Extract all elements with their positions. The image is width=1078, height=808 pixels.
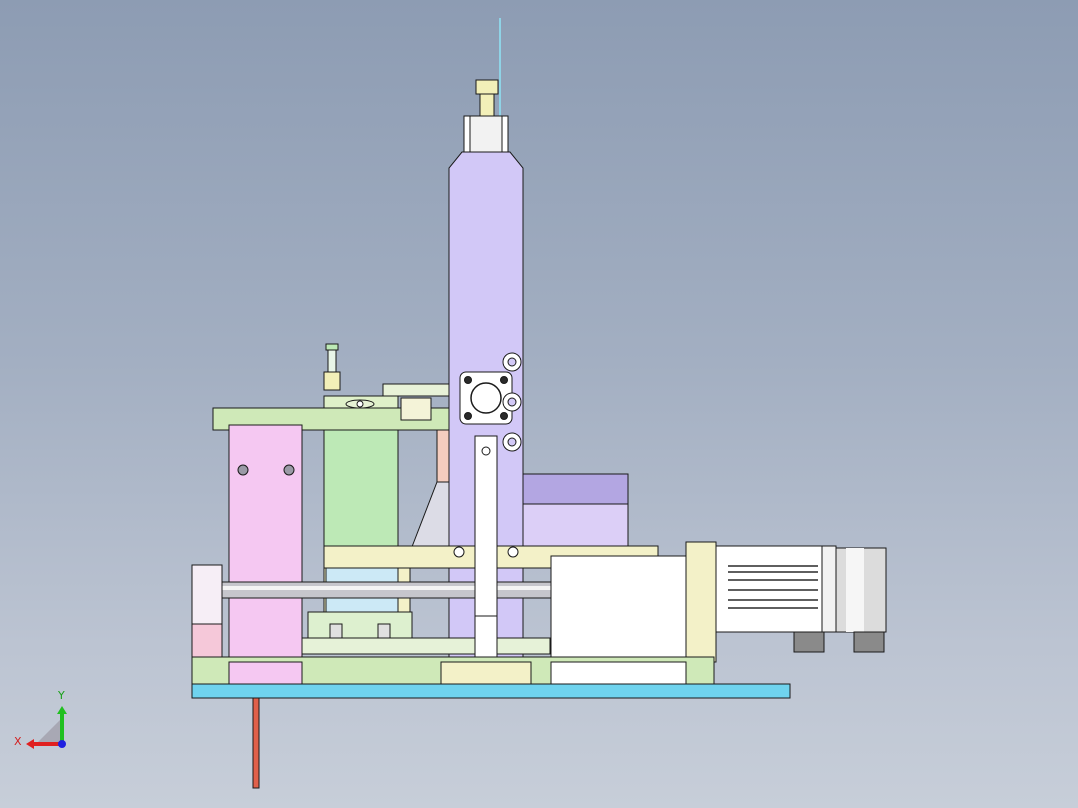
small-post-stem [327, 349, 337, 373]
arm-clamp [382, 383, 450, 397]
fitting-bottom-inner [507, 437, 517, 447]
purple-block-top [522, 473, 629, 505]
column-slot [474, 435, 498, 663]
fitting-top-inner [507, 357, 517, 367]
column-bolt-right [507, 546, 519, 558]
pink-block [228, 424, 303, 663]
motor-connector-ring [821, 545, 837, 633]
support-rod [252, 697, 260, 789]
column-slot-pin [481, 446, 491, 456]
guide-rail [301, 637, 551, 655]
triad-x-arrow [26, 739, 34, 749]
pink-block-foot [228, 661, 303, 685]
top-knob-stem [479, 93, 495, 117]
triad-plane [36, 718, 62, 744]
assembly-drawing [26, 18, 887, 789]
servo-motor-body [715, 545, 823, 633]
arm-slot-hole [356, 400, 364, 408]
triad-y-label: Y [58, 689, 65, 702]
cylinder-bolt-tr [500, 376, 508, 384]
triad-z-axis [58, 740, 66, 748]
motor-housing-foot [550, 661, 687, 685]
triad-y-arrow [57, 706, 67, 714]
top-knob [475, 79, 499, 95]
pink-block-hole-right [283, 464, 295, 476]
small-post-base [323, 371, 341, 391]
slanted-plate [409, 481, 450, 553]
cylinder-bore [470, 382, 502, 414]
motor-connector-right [853, 631, 885, 653]
small-post-cap [325, 343, 339, 351]
fitting-mid-inner [507, 397, 517, 407]
motor-connector-left [793, 631, 825, 653]
coordinate-triad [26, 706, 67, 749]
column-bolt-left [453, 546, 465, 558]
base-plate [191, 683, 791, 699]
column-cap-inner [469, 115, 503, 153]
triad-x-label: X [14, 735, 22, 748]
cylinder-bolt-br [500, 412, 508, 420]
column-foot [440, 661, 532, 685]
arm-pin-block [400, 397, 432, 421]
cylinder-bolt-tl [464, 376, 472, 384]
pink-block-hole-left [237, 464, 249, 476]
cylinder-bolt-bl [464, 412, 472, 420]
motor-end-cap-shine [846, 548, 864, 632]
motor-flange [685, 541, 717, 663]
green-support [323, 429, 399, 547]
screw-shaft-highlight [221, 586, 553, 590]
cad-viewport[interactable]: X Y [0, 0, 1078, 808]
purple-block-bottom [522, 503, 629, 547]
left-end-block-lower [191, 623, 223, 658]
